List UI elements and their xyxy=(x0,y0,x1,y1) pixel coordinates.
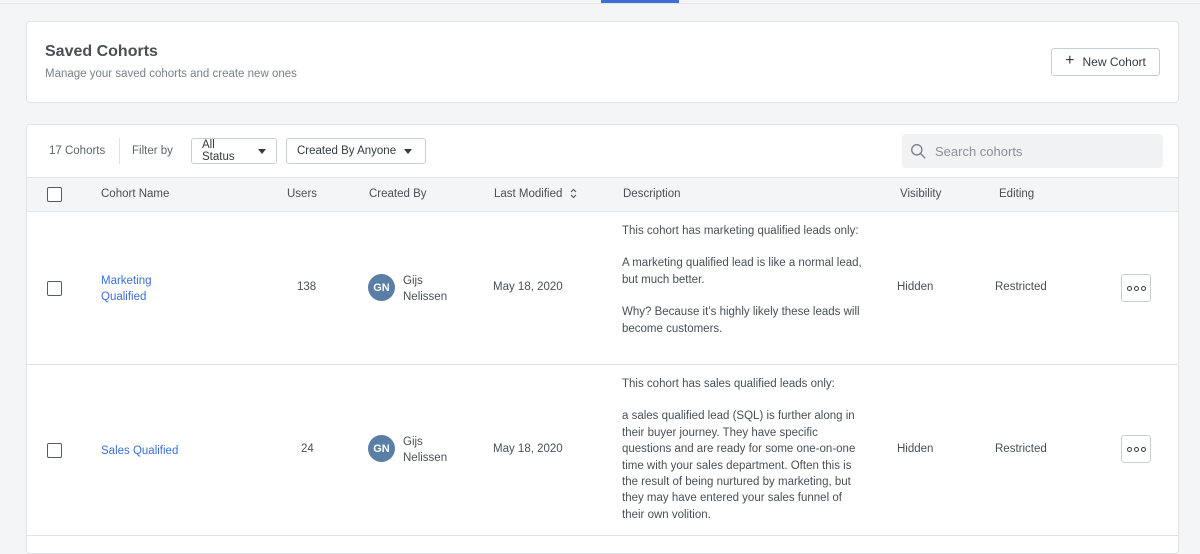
table-row: Marketing Qualified 138 GN Gijs Nelissen… xyxy=(27,212,1178,365)
sort-icon xyxy=(570,189,576,199)
users-count: 24 xyxy=(301,443,314,455)
more-dot-icon xyxy=(1133,446,1139,452)
creator-last-name: Nelissen xyxy=(403,452,448,464)
description-paragraph: a sales qualified lead (SQL) is further … xyxy=(622,410,856,521)
column-header-name: Cohort Name xyxy=(101,188,170,200)
more-dot-icon xyxy=(1126,285,1132,291)
more-options-button[interactable] xyxy=(1121,274,1151,302)
column-header-visibility: Visibility xyxy=(900,188,942,200)
last-modified-date: May 18, 2020 xyxy=(493,281,563,293)
plus-icon: + xyxy=(1065,52,1075,69)
page-title: Saved Cohorts xyxy=(45,43,158,60)
row-checkbox[interactable] xyxy=(47,281,62,296)
cohort-description: This cohort has sales qualified leads on… xyxy=(622,376,862,523)
more-dot-icon xyxy=(1126,446,1132,452)
visibility-value: Hidden xyxy=(897,443,934,455)
creator-last-name: Nelissen xyxy=(403,291,448,303)
cohort-name-link[interactable]: Sales Qualified xyxy=(101,443,178,459)
more-dot-icon xyxy=(1133,285,1139,291)
avatar: GN xyxy=(368,435,395,462)
search-input[interactable] xyxy=(935,143,1155,159)
visibility-value: Hidden xyxy=(897,281,934,293)
header-card: Saved Cohorts Manage your saved cohorts … xyxy=(26,21,1179,103)
column-header-description: Description xyxy=(623,188,681,200)
creator-filter-dropdown[interactable]: Created By Anyone xyxy=(286,138,426,164)
column-header-created-by: Created By xyxy=(369,188,427,200)
description-paragraph: A marketing qualified lead is like a nor… xyxy=(622,257,862,286)
new-cohort-button[interactable]: + New Cohort xyxy=(1051,48,1160,76)
description-paragraph: This cohort has sales qualified leads on… xyxy=(622,378,835,390)
table-row: Sales Qualified 24 GN Gijs Nelissen May … xyxy=(27,365,1178,536)
creator-first-name: Gijs xyxy=(403,275,423,287)
description-paragraph: This cohort has marketing qualified lead… xyxy=(622,225,859,237)
cohort-count: 17 Cohorts xyxy=(49,145,106,157)
last-modified-date: May 18, 2020 xyxy=(493,443,563,455)
creator-name: Gijs Nelissen xyxy=(403,434,447,466)
more-dot-icon xyxy=(1140,285,1146,291)
search-icon xyxy=(911,143,926,159)
column-header-editing: Editing xyxy=(999,188,1035,200)
avatar: GN xyxy=(368,274,395,301)
cohort-name-line: Qualified xyxy=(101,291,147,303)
description-paragraph: Why? Because it’s highly likely these le… xyxy=(622,306,860,335)
caret-down-icon xyxy=(404,148,413,154)
row-checkbox[interactable] xyxy=(47,443,62,458)
creator-name: Gijs Nelissen xyxy=(403,273,447,305)
filter-label: Filter by xyxy=(132,145,173,157)
new-cohort-label: New Cohort xyxy=(1082,55,1146,69)
creator-filter-value: Created By Anyone xyxy=(297,145,397,157)
page-subtitle: Manage your saved cohorts and create new… xyxy=(45,68,297,80)
toolbar-divider xyxy=(119,138,120,164)
users-count: 138 xyxy=(297,281,317,293)
table-header: Cohort Name Users Created By Last Modifi… xyxy=(27,177,1178,212)
status-filter-value: All Status xyxy=(202,139,235,163)
caret-down-icon xyxy=(258,148,266,154)
select-all-checkbox[interactable] xyxy=(47,187,62,202)
creator-first-name: Gijs xyxy=(403,436,423,448)
status-filter-dropdown[interactable]: All Status xyxy=(191,138,277,164)
more-options-button[interactable] xyxy=(1121,435,1151,463)
last-modified-label: Last Modified xyxy=(494,188,563,200)
cohort-description: This cohort has marketing qualified lead… xyxy=(622,223,862,337)
column-header-last-modified[interactable]: Last Modified xyxy=(494,188,577,200)
active-tab-indicator xyxy=(601,0,679,3)
table-toolbar: 17 Cohorts Filter by All Status Created … xyxy=(27,125,1178,177)
search-box[interactable] xyxy=(902,134,1163,168)
editing-value: Restricted xyxy=(995,443,1047,455)
cohort-name-link[interactable]: Marketing Qualified xyxy=(101,273,152,305)
column-header-users: Users xyxy=(287,188,318,200)
cohorts-table-card: 17 Cohorts Filter by All Status Created … xyxy=(26,124,1179,554)
cohort-name-line: Marketing xyxy=(101,275,152,287)
editing-value: Restricted xyxy=(995,281,1047,293)
more-dot-icon xyxy=(1140,446,1146,452)
top-strip xyxy=(0,0,1200,4)
